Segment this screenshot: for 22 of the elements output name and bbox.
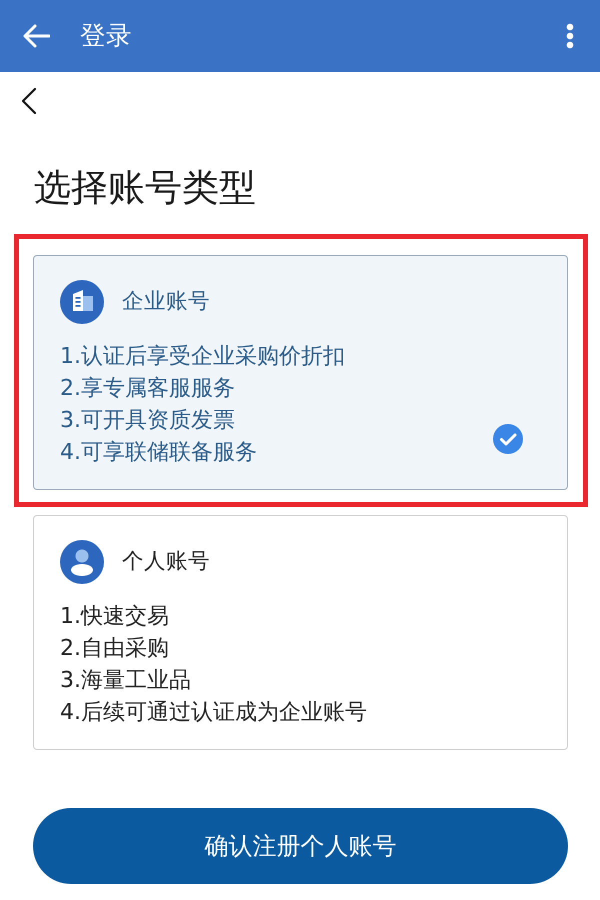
benefit-item: 2.享专属客服服务 (60, 375, 235, 403)
page-title: 选择账号类型 (34, 166, 256, 210)
benefit-item: 1.快速交易 (60, 603, 169, 631)
account-type-name: 企业账号 (122, 288, 210, 316)
building-icon (60, 280, 104, 324)
benefit-item: 3.海量工业品 (60, 667, 191, 695)
account-type-name: 个人账号 (122, 548, 210, 576)
app-bar-title: 登录 (80, 21, 132, 51)
person-icon (60, 540, 104, 584)
chevron-left-icon (21, 87, 37, 115)
back-arrow-icon (22, 24, 50, 48)
benefit-item: 2.自由采购 (60, 635, 169, 663)
benefit-item: 1.认证后享受企业采购价折扣 (60, 343, 345, 371)
check-circle-icon (493, 424, 523, 454)
benefit-item: 4.后续可通过认证成为企业账号 (60, 699, 367, 727)
benefit-item: 4.可享联储联备服务 (60, 439, 257, 467)
confirm-register-button[interactable]: 确认注册个人账号 (33, 808, 568, 884)
more-menu-button[interactable] (564, 22, 576, 50)
more-vertical-icon (566, 23, 574, 49)
account-type-card[interactable]: 企业账号 1.认证后享受企业采购价折扣 2.享专属客服服务 3.可开具资质发票 4.可享联储联备服务 (33, 255, 568, 490)
benefit-item: 3.可开具资质发票 (60, 407, 235, 435)
account-type-card[interactable]: 个人账号 1.快速交易 2.自由采购 3.海量工业品 4.后续可通过认证成为企业账号 (33, 515, 568, 750)
